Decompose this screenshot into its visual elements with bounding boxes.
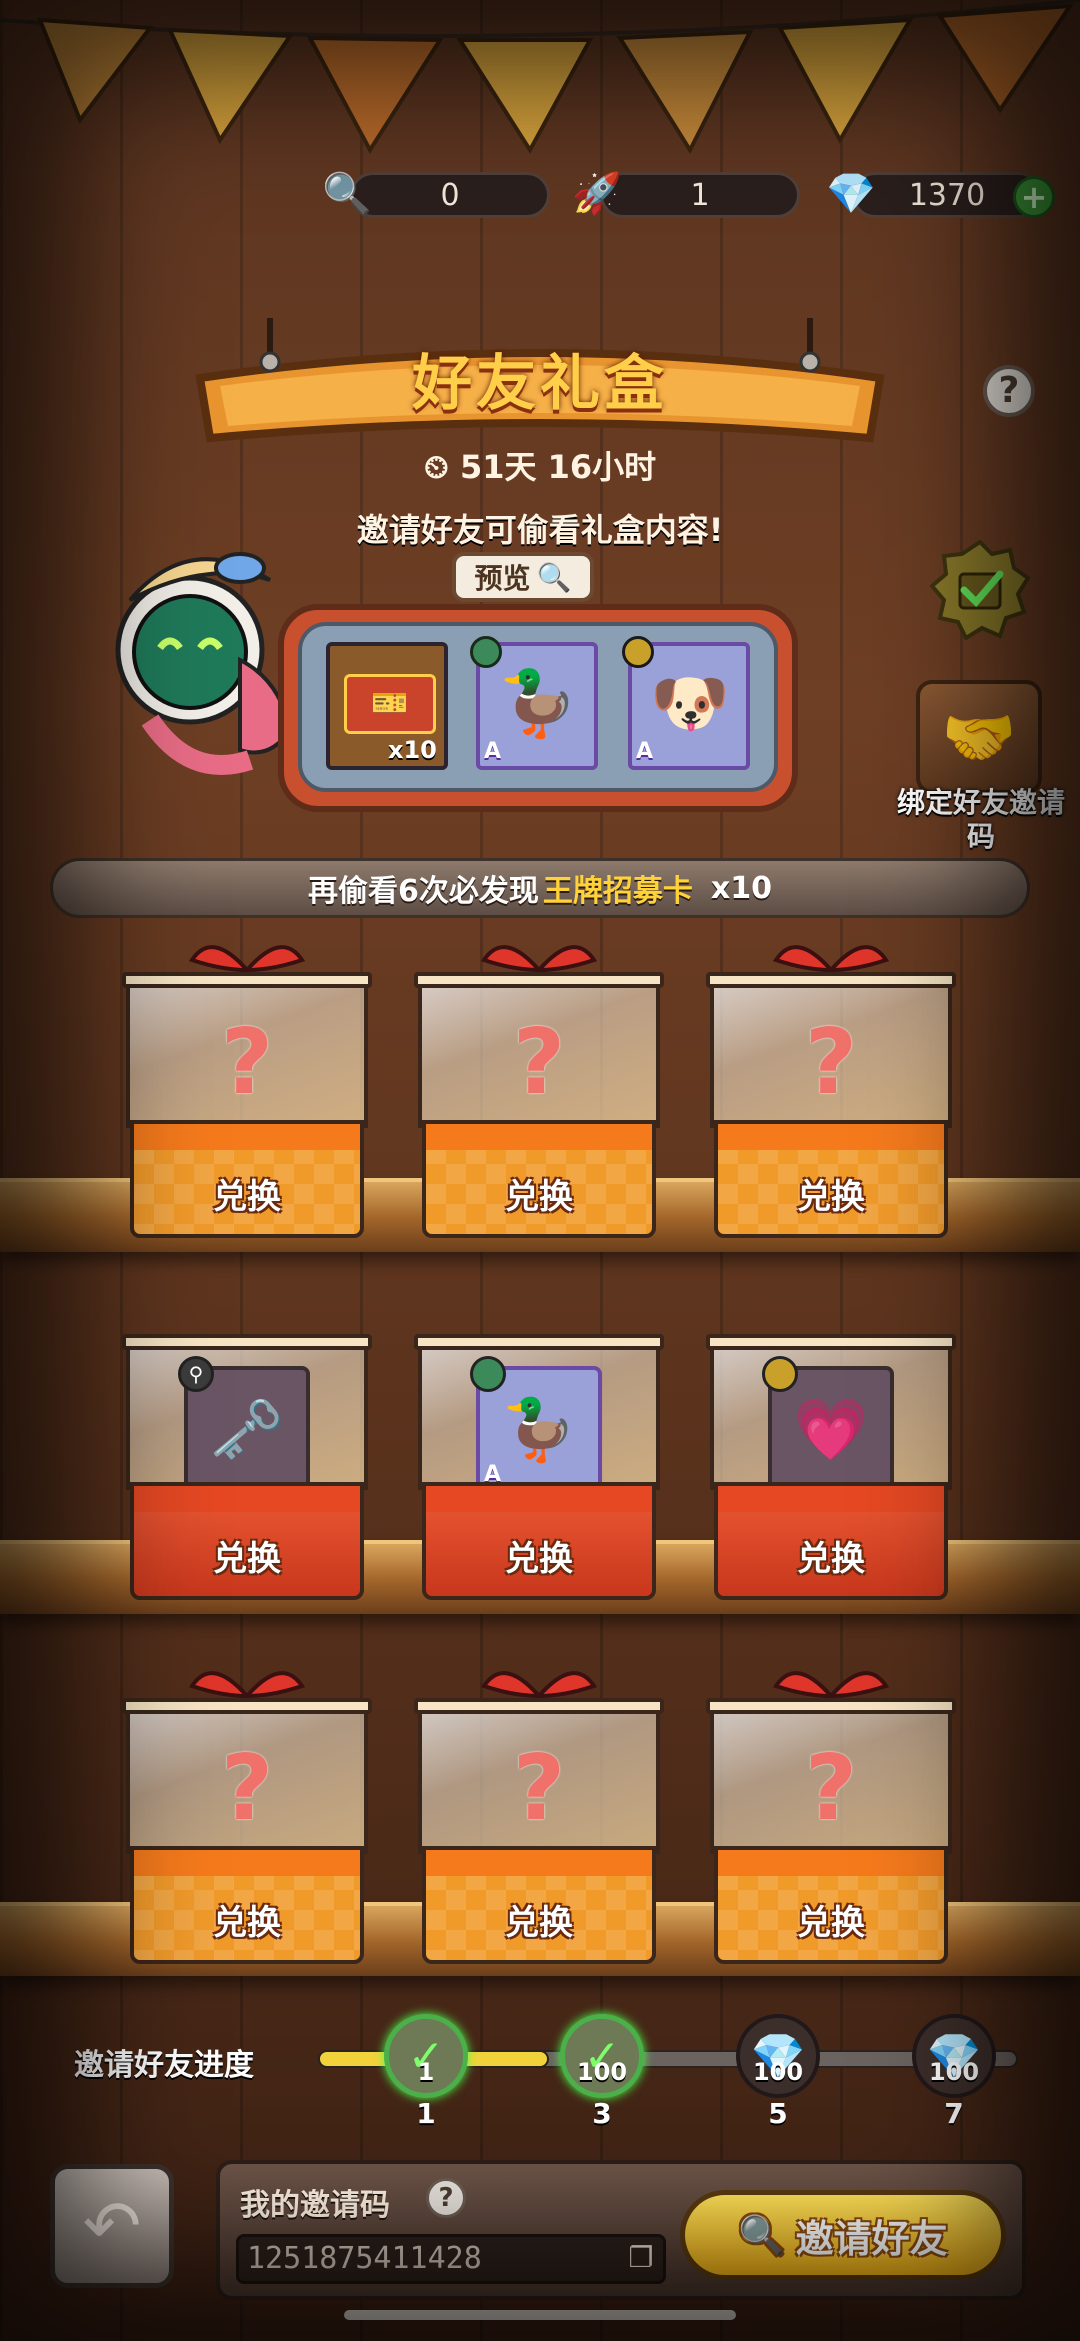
ticket-icon: 🎫 bbox=[344, 674, 436, 734]
redeem-button[interactable]: 兑换 bbox=[422, 1846, 656, 1964]
invite-code-title: 我的邀请码 bbox=[240, 2188, 390, 2223]
node-step: 1 bbox=[416, 2097, 436, 2130]
redeem-button[interactable]: 兑换 bbox=[130, 1846, 364, 1964]
magnifier-small-icon: 🔍 bbox=[536, 560, 572, 594]
redeem-label: 兑换 bbox=[797, 1538, 865, 1579]
invite-code-help-button[interactable]: ? bbox=[426, 2178, 466, 2218]
node-amount: 1 bbox=[417, 2058, 435, 2086]
rocket-icon: 🚀 bbox=[572, 170, 622, 217]
redeem-label: 兑换 bbox=[213, 1176, 281, 1217]
page-title: 好友礼盒 bbox=[412, 349, 668, 419]
home-indicator bbox=[344, 2310, 736, 2320]
add-gems-button[interactable]: + bbox=[1013, 176, 1055, 218]
node-amount: 100 bbox=[576, 2058, 628, 2086]
unknown-icon: ? bbox=[512, 1736, 566, 1841]
revealed-box-duck-card[interactable]: 🦆 A 兑换 bbox=[414, 1312, 664, 1602]
mascot-character bbox=[115, 552, 293, 775]
preview-tab[interactable]: 预览 🔍 bbox=[452, 552, 594, 602]
redeem-label: 兑换 bbox=[797, 1176, 865, 1217]
magnifier-count: 0 bbox=[440, 177, 460, 213]
bind-friend-code-label: 绑定好友邀请码 bbox=[896, 786, 1065, 853]
handshake-icon: 🤝 bbox=[941, 702, 1017, 773]
invite-progress-label: 邀请好友进度 bbox=[74, 2048, 254, 2083]
redeem-button[interactable]: 兑换 bbox=[130, 1120, 364, 1238]
gift-box[interactable]: ? 兑换 bbox=[414, 1671, 664, 1966]
gift-box[interactable]: ? 兑换 bbox=[414, 945, 664, 1240]
duck-character-icon: 🦆 bbox=[498, 667, 578, 741]
element-green-icon bbox=[470, 1356, 506, 1392]
element-gold-icon bbox=[762, 1356, 798, 1392]
banner-prefix: 再偷看6次必发现 bbox=[308, 874, 539, 909]
unknown-icon: ? bbox=[220, 1736, 274, 1841]
redeem-label: 兑换 bbox=[213, 1538, 281, 1579]
countdown-timer: ⏲ 51天 16小时 bbox=[0, 442, 1080, 488]
node-amount: 100 bbox=[752, 2058, 804, 2086]
clock-icon: ⏲ bbox=[423, 448, 460, 486]
redeem-button[interactable]: 兑换 bbox=[422, 1482, 656, 1600]
invite-friends-button[interactable]: 🔍 邀请好友 bbox=[680, 2190, 1006, 2280]
redeem-label: 兑换 bbox=[505, 1902, 573, 1943]
redeem-button[interactable]: 兑换 bbox=[714, 1120, 948, 1238]
element-gold-icon bbox=[622, 636, 654, 668]
redeem-button[interactable]: 兑换 bbox=[714, 1846, 948, 1964]
redeem-button[interactable]: 兑换 bbox=[714, 1482, 948, 1600]
gem-icon: 💎 bbox=[826, 170, 876, 217]
rank-badge: A bbox=[484, 739, 502, 764]
revealed-box-heart-wings[interactable]: 💗 兑换 bbox=[706, 1312, 956, 1602]
gift-box[interactable]: ? 兑换 bbox=[122, 945, 372, 1240]
redeem-button[interactable]: 兑换 bbox=[130, 1482, 364, 1600]
banner-highlight: 王牌招募卡 bbox=[542, 874, 693, 909]
rank-badge: A bbox=[636, 739, 654, 764]
node-step: 5 bbox=[768, 2097, 788, 2130]
dog-character-icon: 🐶 bbox=[650, 667, 730, 741]
redeem-label: 兑换 bbox=[213, 1902, 281, 1943]
bind-friend-code-button[interactable]: 🤝 bbox=[916, 680, 1042, 794]
unknown-icon: ? bbox=[220, 1010, 274, 1115]
preview-ticket-count: x10 bbox=[388, 736, 437, 764]
unknown-icon: ? bbox=[804, 1736, 858, 1841]
magnifier-icon: 🔍 bbox=[322, 170, 372, 217]
element-green-icon bbox=[470, 636, 502, 668]
revealed-box-key[interactable]: 🗝️ ⚲ 兑换 bbox=[122, 1312, 372, 1602]
gem-count: 1370 bbox=[908, 177, 986, 213]
timer-text: 51天 16小时 bbox=[459, 448, 657, 486]
gift-box[interactable]: ? 兑换 bbox=[706, 945, 956, 1240]
rocket-counter: 1 bbox=[600, 172, 800, 218]
gift-box[interactable]: ? 兑换 bbox=[122, 1671, 372, 1966]
unknown-icon: ? bbox=[804, 1010, 858, 1115]
rocket-count: 1 bbox=[690, 177, 710, 213]
gift-box[interactable]: ? 兑换 bbox=[706, 1671, 956, 1966]
help-button[interactable]: ? bbox=[983, 365, 1035, 417]
guarantee-banner: 再偷看6次必发现 王牌招募卡 x10 bbox=[50, 858, 1030, 918]
back-button[interactable]: ↶ bbox=[50, 2164, 174, 2288]
search-icon: 🔍 bbox=[738, 2212, 786, 2257]
invite-code-field[interactable]: 1251875411428 bbox=[236, 2234, 666, 2284]
invite-friends-label: 邀请好友 bbox=[795, 2216, 948, 2261]
redeem-label: 兑换 bbox=[797, 1902, 865, 1943]
node-step: 7 bbox=[944, 2097, 964, 2130]
checklist-badge-icon[interactable] bbox=[930, 540, 1030, 640]
unknown-icon: ? bbox=[512, 1010, 566, 1115]
copy-icon[interactable]: ❐ bbox=[622, 2238, 660, 2278]
node-amount: 100 bbox=[928, 2058, 980, 2086]
banner-suffix: x10 bbox=[710, 870, 772, 906]
bunting-decoration bbox=[0, 0, 1080, 155]
preview-tab-label: 预览 bbox=[474, 562, 531, 595]
node-step: 3 bbox=[592, 2097, 612, 2130]
back-arrow-icon: ↶ bbox=[82, 2185, 142, 2267]
redeem-button[interactable]: 兑换 bbox=[422, 1120, 656, 1238]
magnifier-counter: 0 bbox=[350, 172, 550, 218]
redeem-label: 兑换 bbox=[505, 1538, 573, 1579]
redeem-label: 兑换 bbox=[505, 1176, 573, 1217]
item-type-icon: ⚲ bbox=[178, 1356, 214, 1392]
